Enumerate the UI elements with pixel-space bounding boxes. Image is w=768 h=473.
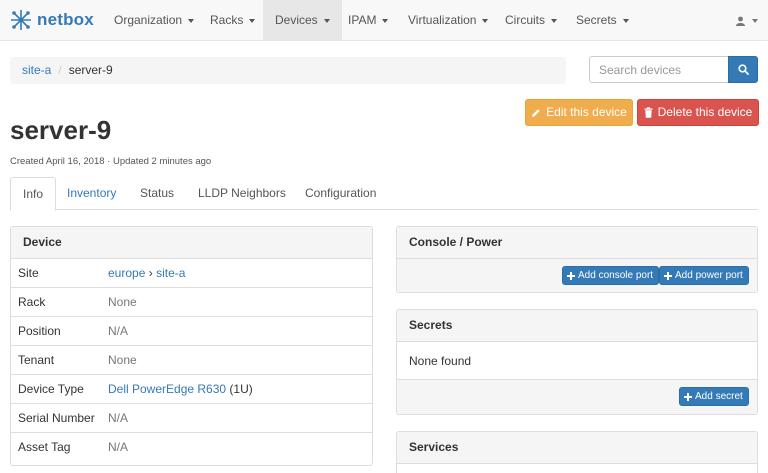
nav-ipam-label: IPAM bbox=[348, 13, 377, 27]
add-secret-label: Add secret bbox=[695, 391, 743, 402]
caret-down-icon bbox=[752, 18, 759, 23]
netbox-logo-icon bbox=[11, 10, 31, 30]
row-key: Position bbox=[18, 324, 61, 338]
nav-racks[interactable]: Racks bbox=[197, 0, 268, 40]
breadcrumb-site-link[interactable]: site-a bbox=[22, 63, 51, 77]
pencil-icon bbox=[532, 108, 540, 117]
row-value: N/A bbox=[108, 324, 129, 338]
secrets-heading: Secrets bbox=[397, 310, 757, 342]
secrets-panel: Secrets None found Add secret bbox=[396, 309, 758, 415]
created-updated-text: Created April 16, 2018 · Updated 2 minut… bbox=[10, 156, 212, 167]
delete-device-label: Delete this device bbox=[657, 105, 753, 119]
breadcrumb: site-a / server-9 bbox=[10, 57, 566, 84]
caret-down-icon bbox=[382, 18, 389, 23]
table-row: Device Type Dell PowerEdge R630 (1U) bbox=[11, 375, 372, 404]
row-value: None bbox=[108, 295, 137, 309]
add-power-port-button[interactable]: Add power port bbox=[659, 266, 749, 285]
row-key: Serial Number bbox=[18, 411, 95, 425]
device-panel: Device Site europe › site-a Rack None Po… bbox=[10, 226, 373, 466]
page-title: server-9 bbox=[10, 115, 112, 145]
table-row: Rack None bbox=[11, 288, 372, 317]
row-value: europe › site-a bbox=[108, 259, 185, 287]
region-link[interactable]: europe bbox=[108, 266, 145, 280]
table-row: Site europe › site-a bbox=[11, 259, 372, 288]
brand-logo[interactable]: netbox bbox=[10, 9, 94, 31]
plus-icon bbox=[567, 271, 575, 280]
caret-down-icon bbox=[482, 18, 489, 23]
add-console-port-label: Add console port bbox=[578, 270, 654, 281]
row-key: Tenant bbox=[18, 353, 55, 367]
device-type-link[interactable]: Dell PowerEdge R630 bbox=[108, 382, 226, 396]
add-power-port-label: Add power port bbox=[675, 270, 743, 281]
nav-devices[interactable]: Devices bbox=[263, 0, 342, 40]
nav-devices-label: Devices bbox=[275, 13, 318, 27]
nav-virtualization-label: Virtualization bbox=[408, 13, 477, 27]
services-panel: Services bbox=[396, 431, 758, 473]
search-input[interactable] bbox=[589, 56, 729, 83]
row-key: Asset Tag bbox=[18, 440, 71, 454]
table-row: Asset Tag N/A bbox=[11, 433, 372, 462]
secrets-empty-text: None found bbox=[397, 342, 757, 380]
nav-racks-label: Racks bbox=[210, 13, 244, 27]
search-icon bbox=[737, 64, 749, 75]
table-row: Serial Number N/A bbox=[11, 404, 372, 433]
console-power-footer: Add console port Add power port bbox=[397, 259, 757, 292]
trash-icon bbox=[644, 107, 653, 118]
nav-virtualization[interactable]: Virtualization bbox=[396, 0, 500, 40]
search-button[interactable] bbox=[728, 56, 758, 83]
nav-secrets[interactable]: Secrets bbox=[564, 0, 641, 40]
row-value: N/A bbox=[108, 440, 129, 454]
brand-name: netbox bbox=[37, 10, 94, 29]
console-power-panel: Console / Power Add console port Add pow… bbox=[396, 226, 758, 293]
device-panel-heading: Device bbox=[11, 227, 372, 259]
plus-icon bbox=[684, 392, 692, 401]
breadcrumb-current: server-9 bbox=[68, 63, 113, 77]
tab-status[interactable]: Status bbox=[128, 177, 186, 210]
user-icon bbox=[736, 16, 745, 26]
row-key: Site bbox=[18, 266, 39, 280]
caret-down-icon bbox=[323, 18, 330, 23]
site-link[interactable]: site-a bbox=[156, 266, 185, 280]
nav-circuits-label: Circuits bbox=[505, 13, 546, 27]
add-secret-button[interactable]: Add secret bbox=[679, 387, 749, 406]
edit-device-button[interactable]: Edit this device bbox=[525, 99, 633, 126]
tab-bar: Info Inventory Status LLDP Neighbors Con… bbox=[10, 177, 758, 211]
delete-device-button[interactable]: Delete this device bbox=[637, 99, 759, 126]
row-value: Dell PowerEdge R630 (1U) bbox=[108, 375, 253, 403]
table-row: Position N/A bbox=[11, 317, 372, 346]
caret-down-icon bbox=[188, 18, 195, 23]
caret-down-icon bbox=[249, 18, 256, 23]
tab-inventory[interactable]: Inventory bbox=[55, 177, 128, 210]
caret-down-icon bbox=[622, 18, 629, 23]
row-value: N/A bbox=[108, 411, 129, 425]
nav-secrets-label: Secrets bbox=[576, 13, 617, 27]
caret-down-icon bbox=[551, 18, 558, 23]
nav-ipam[interactable]: IPAM bbox=[336, 0, 400, 40]
table-row: Tenant None bbox=[11, 346, 372, 375]
secrets-footer: Add secret bbox=[397, 380, 757, 414]
row-key: Device Type bbox=[18, 382, 84, 396]
user-menu[interactable] bbox=[736, 0, 759, 40]
plus-icon bbox=[664, 271, 672, 280]
services-heading: Services bbox=[397, 432, 757, 464]
breadcrumb-separator: / bbox=[58, 63, 62, 77]
nav-organization-label: Organization bbox=[114, 13, 183, 27]
top-navbar: netbox Organization Racks Devices IPAM V… bbox=[0, 0, 768, 41]
site-path-separator: › bbox=[148, 266, 153, 280]
device-type-height: (1U) bbox=[229, 382, 253, 396]
nav-circuits[interactable]: Circuits bbox=[493, 0, 569, 40]
tab-info[interactable]: Info bbox=[10, 177, 57, 211]
row-value: None bbox=[108, 353, 137, 367]
row-key: Rack bbox=[18, 295, 46, 309]
edit-device-label: Edit this device bbox=[546, 105, 627, 119]
nav-organization[interactable]: Organization bbox=[101, 0, 207, 40]
add-console-port-button[interactable]: Add console port bbox=[562, 266, 660, 285]
tab-configuration[interactable]: Configuration bbox=[293, 177, 388, 210]
console-power-heading: Console / Power bbox=[397, 227, 757, 259]
tab-lldp-neighbors[interactable]: LLDP Neighbors bbox=[186, 177, 298, 210]
